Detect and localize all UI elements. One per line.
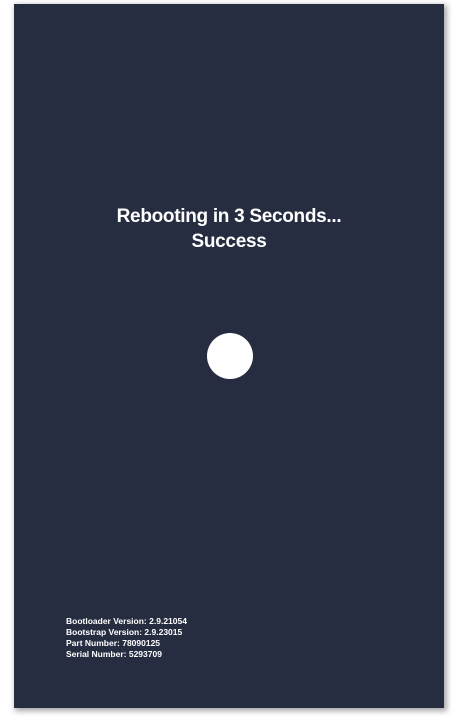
status-message: Rebooting in 3 Seconds... Success [14, 204, 444, 254]
device-info: Bootloader Version: 2.9.21054 Bootstrap … [66, 616, 187, 660]
serial-number-row: Serial Number: 5293709 [66, 649, 187, 660]
bootstrap-version-row: Bootstrap Version: 2.9.23015 [66, 627, 187, 638]
part-number-row: Part Number: 78090125 [66, 638, 187, 649]
serial-number-value: 5293709 [128, 649, 162, 659]
status-indicator-circle [207, 333, 253, 379]
bootstrap-version-value: 2.9.23015 [144, 627, 183, 637]
success-text: Success [191, 231, 267, 252]
bootstrap-version-label: Bootstrap Version: [66, 627, 143, 637]
part-number-label: Part Number: [66, 638, 120, 648]
device-screen: Rebooting in 3 Seconds... Success Bootlo… [14, 4, 444, 708]
reboot-countdown-text: Rebooting in 3 Seconds... [116, 206, 342, 227]
bootloader-version-value: 2.9.21054 [149, 616, 187, 626]
serial-number-label: Serial Number: [66, 649, 127, 659]
bootloader-version-row: Bootloader Version: 2.9.21054 [66, 616, 187, 627]
part-number-value: 78090125 [122, 638, 161, 648]
bootloader-version-label: Bootloader Version: [66, 616, 147, 626]
